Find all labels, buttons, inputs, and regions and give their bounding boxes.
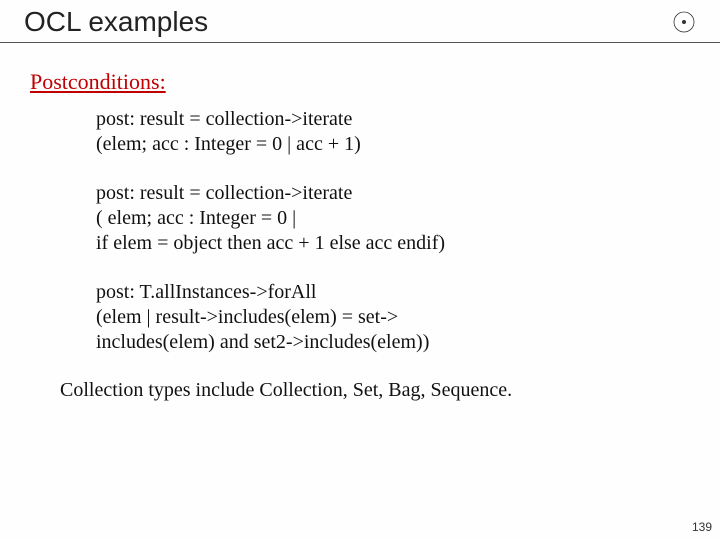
slide-body: Postconditions: post: result = collectio… [0,43,720,402]
code-block-2: post: result = collection->iterate ( ele… [96,181,690,256]
title-bar: OCL examples [0,0,720,43]
code-block-3: post: T.allInstances->forAll (elem | res… [96,280,690,355]
code-line: (elem | result->includes(elem) = set-> [96,305,690,330]
section-heading: Postconditions: [30,69,690,95]
code-line: post: T.allInstances->forAll [96,280,690,305]
code-line: (elem; acc : Integer = 0 | acc + 1) [96,132,690,157]
slide-title: OCL examples [24,6,208,38]
slide: OCL examples Postconditions: post: resul… [0,0,720,540]
code-line: post: result = collection->iterate [96,107,690,132]
code-line: includes(elem) and set2->includes(elem)) [96,330,690,355]
code-line: if elem = object then acc + 1 else acc e… [96,231,690,256]
page-number: 139 [692,520,712,534]
footer-sentence: Collection types include Collection, Set… [36,379,690,402]
code-line: post: result = collection->iterate [96,181,690,206]
code-line: ( elem; acc : Integer = 0 | [96,206,690,231]
code-block-1: post: result = collection->iterate (elem… [96,107,690,157]
chair-logo-icon [672,10,696,34]
